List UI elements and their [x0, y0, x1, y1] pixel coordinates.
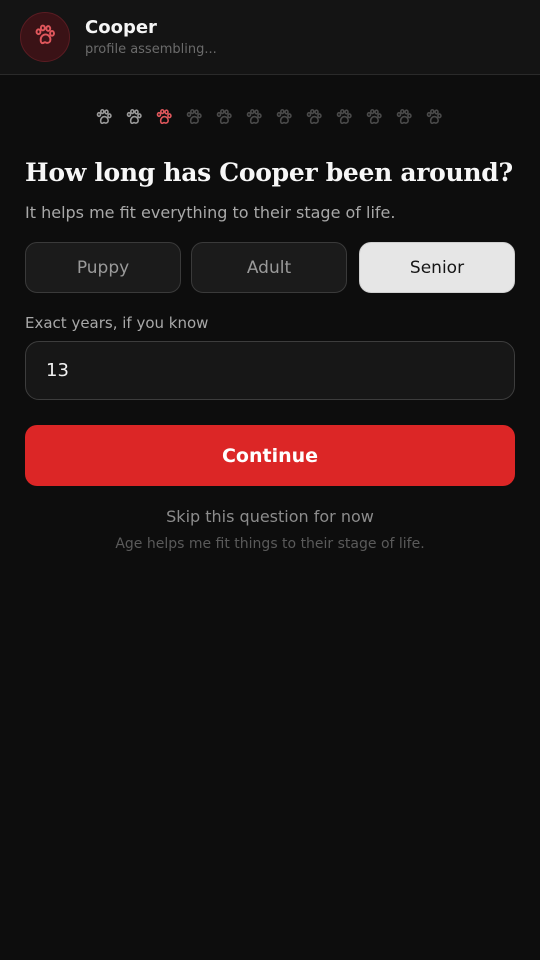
skip-question-link[interactable]: Skip this question for now: [0, 507, 540, 526]
avatar: [20, 12, 70, 62]
paw-icon: [32, 22, 58, 52]
paw-icon: [274, 106, 304, 128]
paw-icon: [94, 106, 124, 128]
profile-status: profile assembling...: [85, 42, 217, 57]
continue-button[interactable]: Continue: [25, 425, 515, 486]
paw-icon: [244, 106, 274, 128]
paw-icon: [394, 106, 424, 128]
paw-icon: [424, 106, 454, 128]
years-field-label: Exact years, if you know: [25, 314, 209, 332]
paw-icon: [154, 106, 184, 128]
paw-icon: [214, 106, 244, 128]
progress-indicator: [94, 106, 454, 128]
question-subtitle: It helps me fit everything to their stag…: [25, 203, 396, 222]
option-adult-button[interactable]: Adult: [191, 242, 347, 293]
paw-icon: [184, 106, 214, 128]
profile-header: Cooper profile assembling...: [0, 0, 540, 75]
paw-icon: [124, 106, 154, 128]
paw-icon: [334, 106, 364, 128]
question-title: How long has Cooper been around?: [25, 158, 513, 187]
hint-text: Age helps me fit things to their stage o…: [115, 536, 425, 552]
option-puppy-button[interactable]: Puppy: [25, 242, 181, 293]
paw-icon: [304, 106, 334, 128]
pet-name: Cooper: [85, 17, 157, 38]
option-senior-button[interactable]: Senior: [359, 242, 515, 293]
onboarding-screen: Cooper profile assembling... How long ha…: [0, 0, 540, 960]
life-stage-selector: Puppy Adult Senior: [25, 242, 515, 293]
years-input[interactable]: [25, 341, 515, 400]
paw-icon: [364, 106, 394, 128]
